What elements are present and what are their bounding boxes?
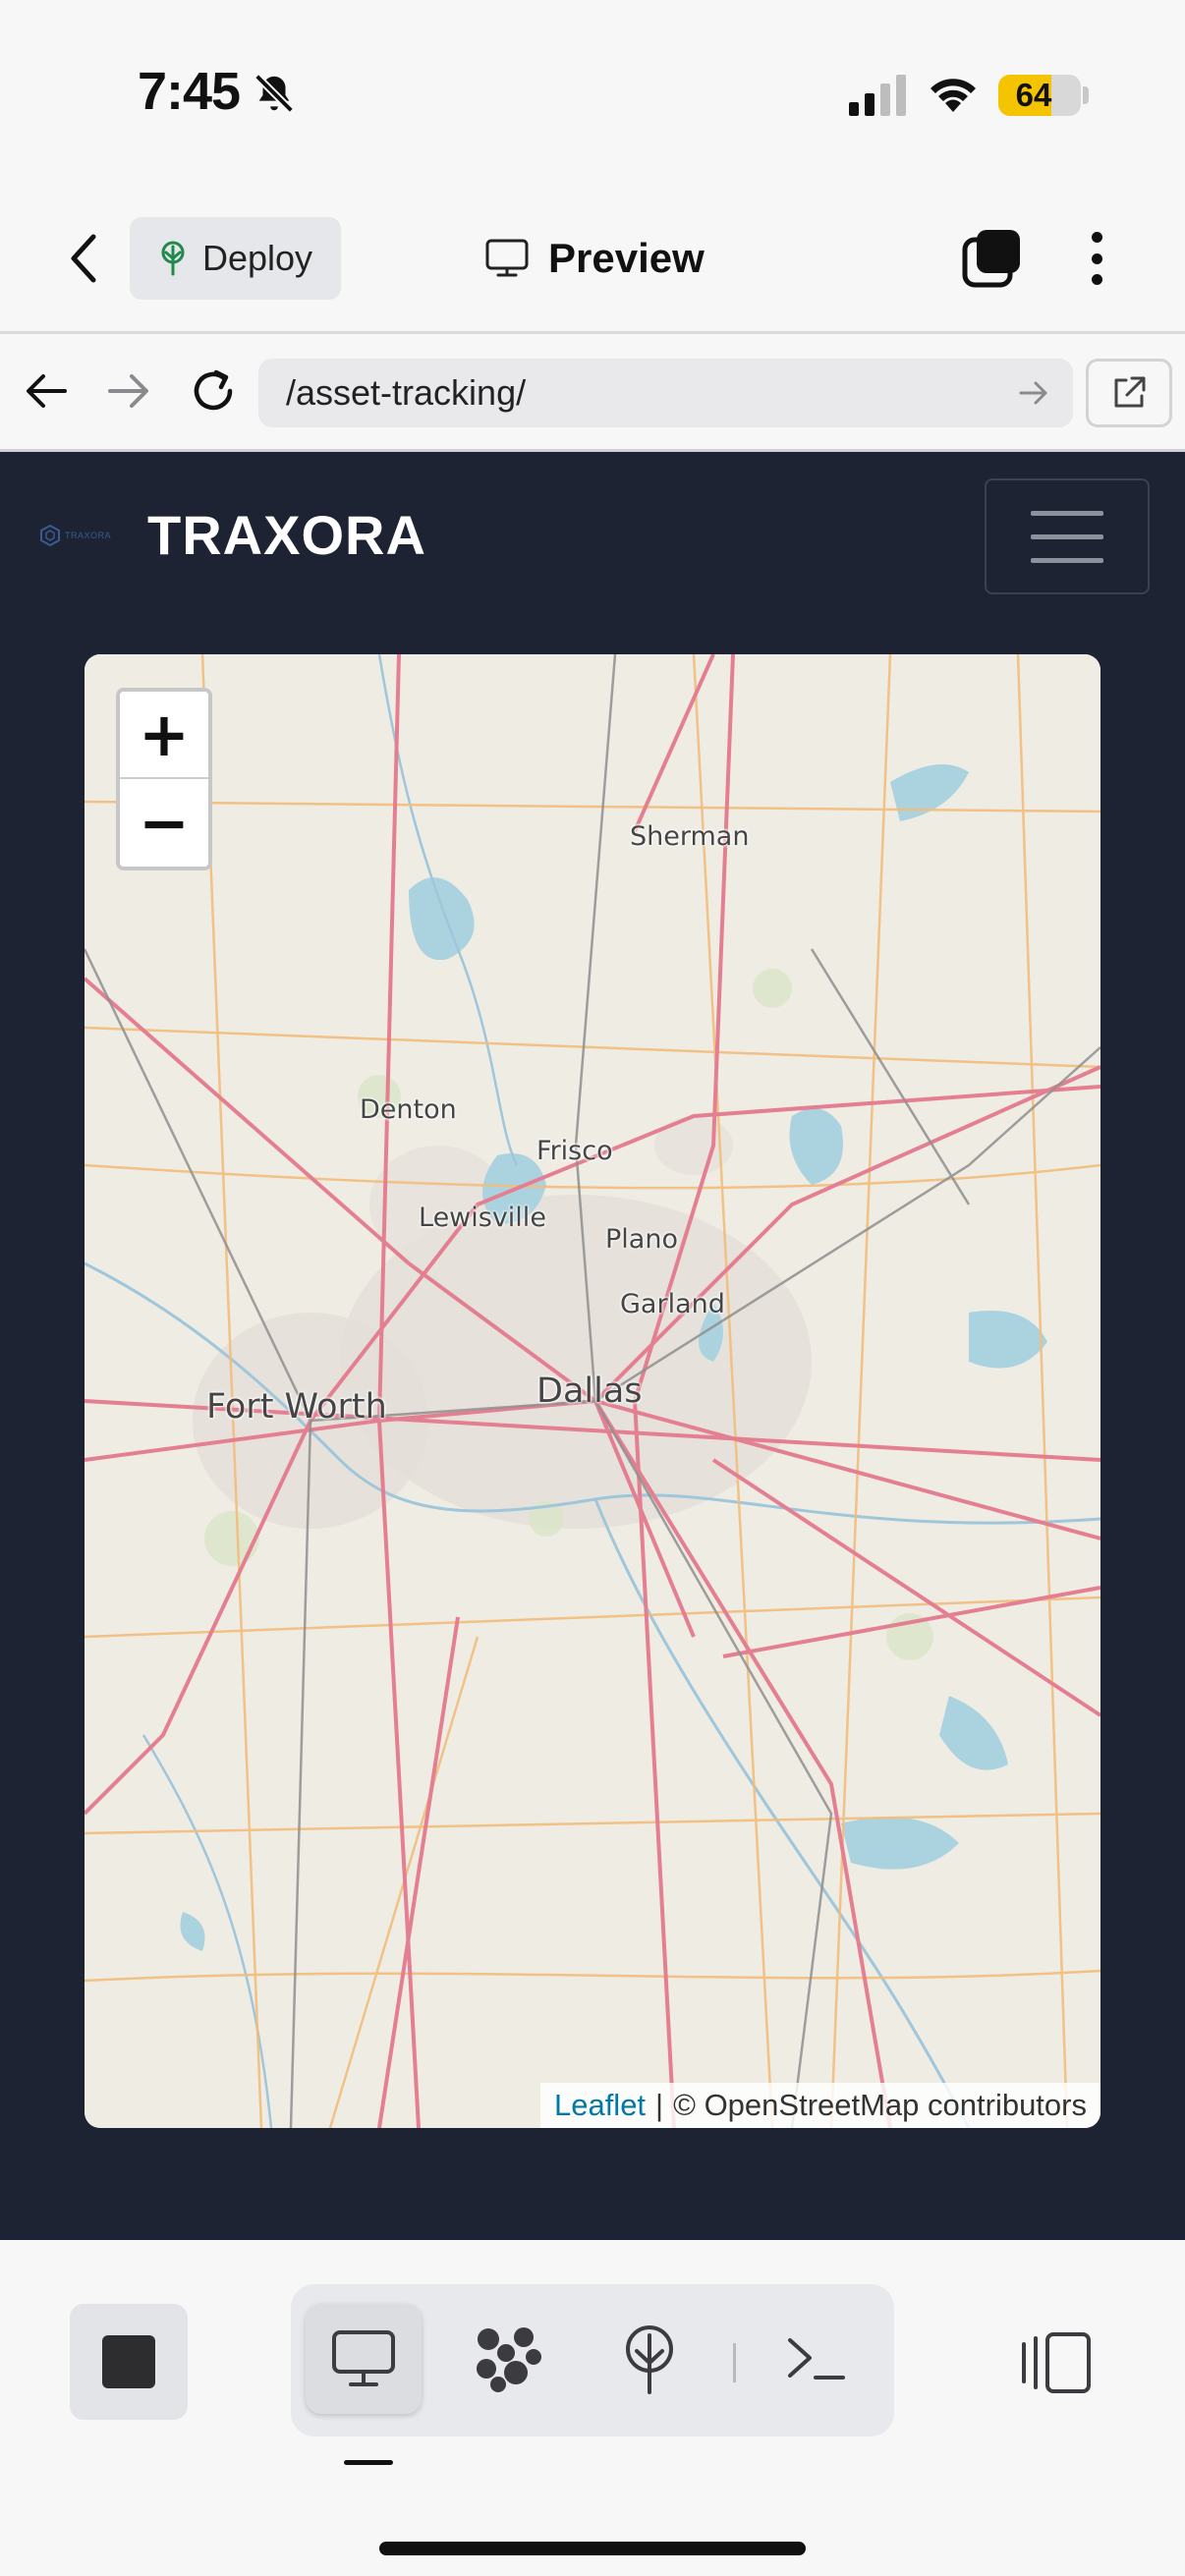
cellular-signal-icon — [849, 75, 906, 116]
map-label-fort-worth: Fort Worth — [206, 1387, 387, 1427]
integrations-tab[interactable] — [450, 2304, 566, 2414]
terminal-tab[interactable] — [759, 2304, 875, 2414]
wifi-icon — [931, 79, 976, 112]
hamburger-line — [1031, 557, 1103, 563]
zoom-in-button[interactable]: + — [120, 692, 208, 779]
monitor-icon — [485, 239, 529, 277]
map[interactable]: + − Sherman Denton Frisco Lewisville Pla… — [85, 654, 1100, 2128]
reload-icon[interactable] — [187, 364, 240, 418]
toolbar-divider — [733, 2343, 736, 2382]
zoom-control: + − — [116, 688, 212, 870]
leaflet-link[interactable]: Leaflet — [554, 2088, 646, 2123]
bell-slash-icon — [254, 74, 294, 113]
more-vertical-icon[interactable] — [1077, 226, 1116, 291]
deploy-label: Deploy — [202, 238, 313, 278]
browser-url-bar: /asset-tracking/ — [0, 337, 1185, 452]
battery-level-label: 64 — [1015, 77, 1052, 113]
osm-attribution[interactable]: © OpenStreetMap contributors — [673, 2088, 1087, 2123]
deploy-button[interactable]: Deploy — [130, 217, 341, 300]
map-label-lewisville: Lewisville — [419, 1203, 546, 1233]
terminal-icon — [788, 2338, 845, 2380]
integrations-icon — [477, 2327, 541, 2392]
stop-button[interactable] — [70, 2304, 188, 2420]
back-button[interactable] — [55, 226, 110, 291]
home-indicator — [379, 2542, 806, 2555]
chevron-left-icon — [71, 234, 96, 283]
map-label-denton: Denton — [360, 1094, 457, 1125]
arrow-left-icon[interactable] — [22, 366, 71, 416]
webview: TRAXORA TRAXORA + − Sherman Denton Frisc… — [0, 452, 1185, 2240]
url-input[interactable]: /asset-tracking/ — [258, 359, 1073, 427]
map-label-sherman: Sherman — [630, 821, 750, 852]
arrow-right-icon[interactable] — [104, 366, 153, 416]
go-arrow-icon[interactable] — [1018, 377, 1049, 409]
hamburger-line — [1031, 533, 1103, 539]
logo-text: TRAXORA — [65, 531, 112, 540]
preview-label: Preview — [548, 235, 705, 281]
map-label-dallas: Dallas — [536, 1372, 643, 1411]
zoom-out-button[interactable]: − — [120, 779, 208, 867]
map-label-plano: Plano — [605, 1224, 678, 1255]
url-text: /asset-tracking/ — [286, 372, 527, 413]
sidebar-toggle-icon[interactable] — [1018, 2330, 1093, 2395]
open-external-button[interactable] — [1086, 359, 1172, 427]
app-header: Deploy Preview — [0, 187, 1185, 334]
map-label-frisco: Frisco — [536, 1136, 613, 1166]
monitor-icon — [332, 2330, 395, 2386]
tabs-icon[interactable] — [961, 228, 1022, 289]
preview-title: Preview — [485, 226, 705, 291]
bottom-toolbar — [0, 2240, 1185, 2576]
preview-tab[interactable] — [306, 2304, 422, 2414]
hamburger-line — [1031, 510, 1103, 516]
site-brand[interactable]: TRAXORA — [147, 503, 426, 567]
view-switcher — [291, 2284, 894, 2436]
map-label-garland: Garland — [620, 1289, 725, 1319]
status-bar: 7:45 64 — [0, 0, 1185, 187]
deploy-tree-icon — [161, 241, 185, 276]
active-tab-indicator — [344, 2460, 393, 2465]
battery-icon: 64 — [998, 75, 1081, 116]
deploy-tab[interactable] — [592, 2304, 707, 2414]
logo-hex-icon — [40, 525, 60, 546]
map-attribution: Leaflet | © OpenStreetMap contributors — [539, 2083, 1100, 2128]
stop-icon — [102, 2335, 155, 2388]
deploy-tree-icon — [626, 2325, 673, 2394]
battery-nub — [1083, 86, 1089, 104]
menu-toggle-button[interactable] — [985, 478, 1150, 594]
site-logo[interactable]: TRAXORA — [39, 521, 122, 550]
status-time: 7:45 — [138, 62, 241, 121]
attribution-separator: | — [655, 2088, 664, 2122]
open-external-icon — [1114, 376, 1146, 408]
